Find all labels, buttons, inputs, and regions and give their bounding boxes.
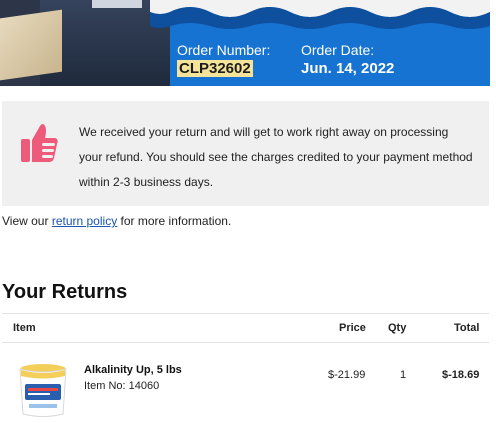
return-policy-link[interactable]: return policy [52, 214, 117, 228]
tablet-shape [92, 0, 142, 8]
return-notice-text: We received your return and will get to … [79, 125, 473, 189]
item-price: $-21.99 [328, 369, 366, 381]
alkalinity-bucket-image [19, 364, 67, 417]
product-name: Alkalinity Up, 5 lbs [84, 364, 182, 376]
column-header-price: Price [339, 322, 366, 334]
thumbs-up-icon [21, 124, 58, 162]
product-item-number: Item No: 14060 [84, 380, 160, 392]
package-box [0, 9, 62, 81]
policy-suffix: for more information. [120, 214, 232, 228]
column-header-qty: Qty [388, 322, 407, 334]
table-row: Alkalinity Up, 5 lbs Item No: 14060 $-21… [2, 350, 489, 423]
returns-table-header: Item Price Qty Total [2, 313, 489, 343]
return-notice-panel: We received your return and will get to … [2, 101, 489, 206]
item-quantity: 1 [400, 369, 407, 381]
column-header-item: Item [13, 322, 36, 334]
return-policy-line: View our return policy for more informat… [2, 214, 231, 228]
policy-prefix: View our [2, 214, 49, 228]
column-header-total: Total [454, 322, 480, 334]
order-date-value: Jun. 14, 2022 [301, 60, 395, 77]
order-number-value: CLP32602 [177, 60, 253, 77]
order-date-label: Order Date: [301, 42, 375, 58]
item-total: $-18.69 [442, 369, 480, 381]
order-number-label: Order Number: [177, 42, 271, 58]
order-header-banner: Order Number: CLP32602 Order Date: Jun. … [0, 0, 490, 86]
delivery-person-photo [0, 0, 170, 86]
your-returns-heading: Your Returns [2, 281, 128, 303]
